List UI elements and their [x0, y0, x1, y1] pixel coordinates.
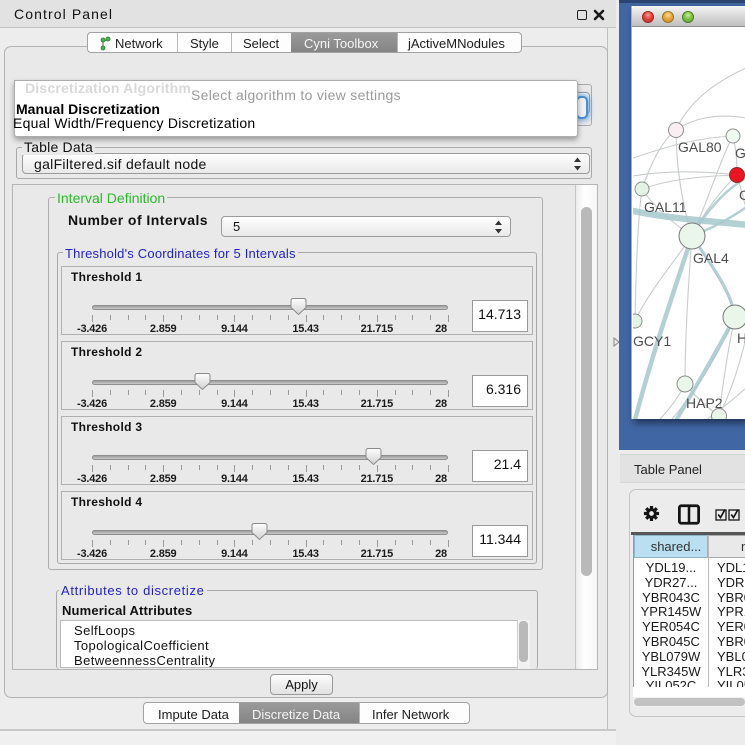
svg-text:GCY1: GCY1 — [633, 333, 671, 349]
svg-text:HAP2: HAP2 — [686, 395, 723, 411]
svg-text:GAL80: GAL80 — [678, 139, 722, 155]
svg-text:H: H — [737, 330, 745, 346]
svg-text:GAL4: GAL4 — [693, 250, 729, 266]
svg-text:C: C — [739, 187, 745, 203]
svg-text:GAL11: GAL11 — [644, 199, 687, 215]
svg-text:GA: GA — [735, 145, 745, 161]
